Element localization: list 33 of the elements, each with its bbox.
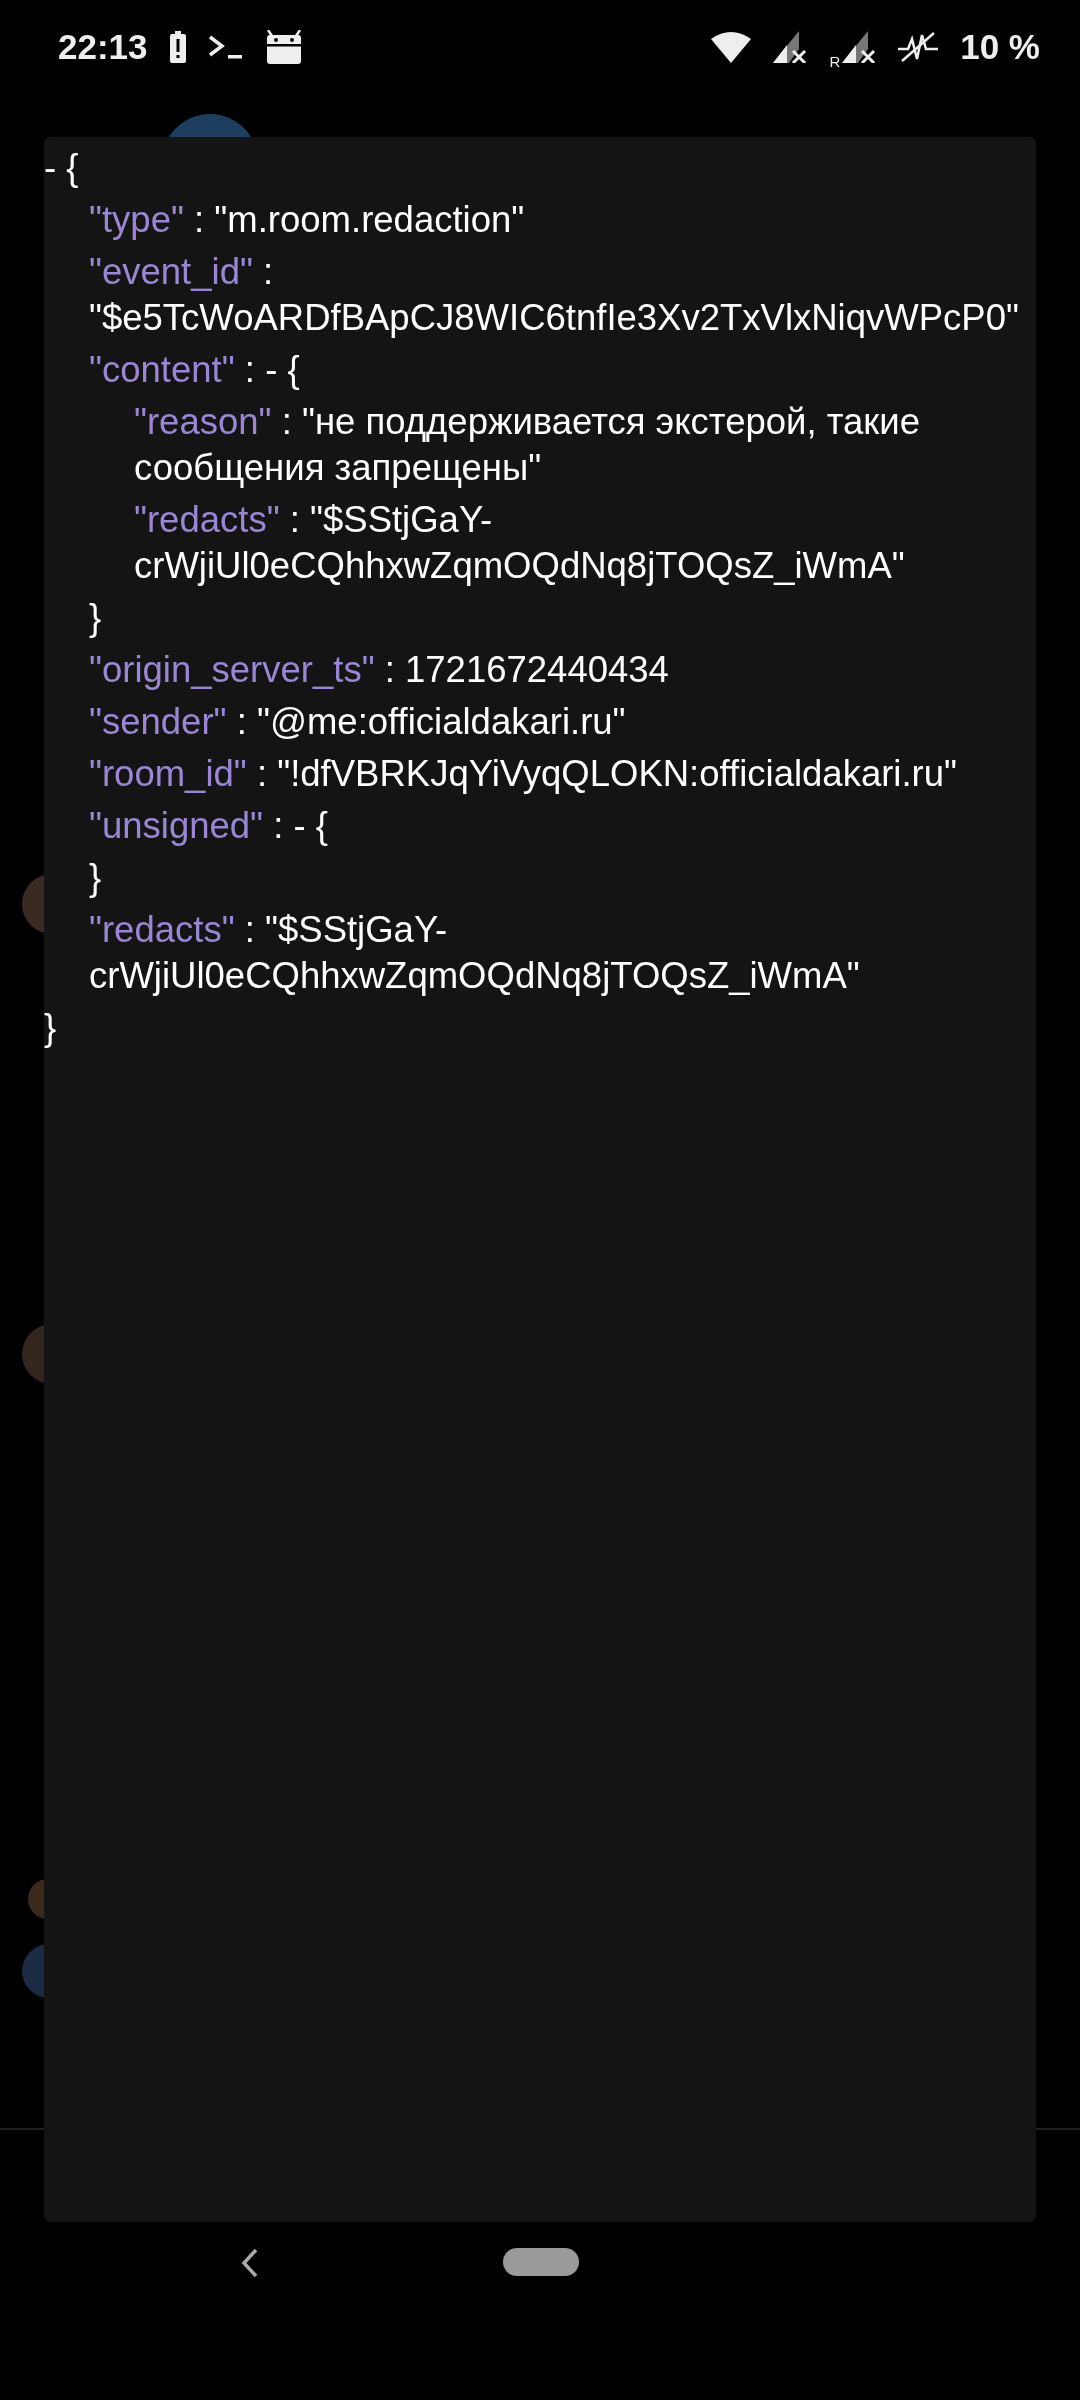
terminal-icon xyxy=(207,35,244,59)
robot-icon xyxy=(265,30,302,64)
close-brace: } xyxy=(89,597,102,638)
battery-percent: 10 % xyxy=(960,27,1040,67)
json-property: "redacts" : "$SStjGaY-crWjiUl0eCQhhxwZqmOQdNq8jTOQsZ_iWmA" xyxy=(89,908,861,998)
signal-off-icon xyxy=(773,31,808,63)
collapse-toggle[interactable]: - xyxy=(265,349,278,390)
signal-off-icon xyxy=(842,31,877,63)
battery-alert-icon xyxy=(169,31,186,63)
json-property: "event_id" : "$e5TcWoARDfBApCJ8WIC6tnfIe3Xv2TxVlxNiqvWPcP0" xyxy=(89,250,1020,340)
json-property: "room_id" : "!dfVBRKJqYiVyqQLOKN:officialdakari.ru" xyxy=(89,752,959,796)
separator: : xyxy=(244,349,255,390)
wifi-icon xyxy=(711,31,752,63)
collapse-toggle[interactable]: - xyxy=(44,147,57,188)
separator: : xyxy=(273,805,284,846)
clock: 22:13 xyxy=(58,27,148,67)
roaming-label: R xyxy=(829,52,841,70)
home-handle[interactable] xyxy=(503,2248,579,2276)
json-property: "reason" : "не поддерживается экстерой, такие сообщения запрещены" xyxy=(134,400,921,490)
crossed-pulse-icon xyxy=(898,31,939,63)
json-property: "redacts" : "$SStjGaY-crWjiUl0eCQhhxwZqmOQdNq8jTOQsZ_iWmA" xyxy=(134,498,906,588)
collapse-toggle[interactable]: - xyxy=(293,805,306,846)
json-property: "origin_server_ts" : 1721672440434 xyxy=(89,648,670,692)
close-brace: } xyxy=(44,1007,57,1048)
json-property: "sender" : "@me:officialdakari.ru" xyxy=(89,700,627,744)
close-brace: } xyxy=(89,857,102,898)
json-key: "content" xyxy=(89,349,235,390)
open-brace: { xyxy=(66,147,79,188)
open-brace: { xyxy=(287,349,300,390)
back-icon[interactable] xyxy=(240,2248,260,2278)
json-key: "unsigned" xyxy=(89,805,264,846)
json-property: "type" : "m.room.redaction" xyxy=(89,198,526,242)
open-brace: { xyxy=(315,805,329,846)
